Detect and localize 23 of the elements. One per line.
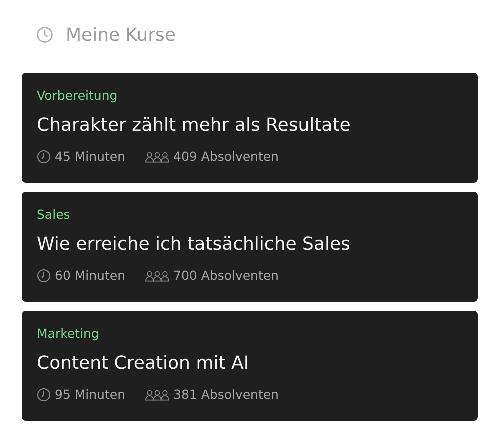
section-title: Meine Kurse: [66, 24, 176, 46]
clock-icon: [36, 26, 54, 44]
course-duration: 60 Minuten: [55, 268, 126, 284]
course-title: Charakter zählt mehr als Resultate: [37, 115, 351, 137]
course-card[interactable]: Sales Wie erreiche ich tatsächliche Sales 60 Minuten 700 Absolventen: [22, 192, 478, 302]
people-icon: [144, 270, 170, 282]
course-title: Wie erreiche ich tatsächliche Sales: [37, 234, 350, 256]
course-title: Content Creation mit AI: [37, 353, 250, 375]
people-icon: [144, 151, 170, 163]
course-duration: 45 Minuten: [55, 149, 126, 165]
course-category: Marketing: [37, 326, 100, 342]
course-duration: 95 Minuten: [55, 387, 126, 403]
course-card[interactable]: Vorbereitung Charakter zählt mehr als Resultate 45 Minuten 409 Absolventen: [22, 73, 478, 183]
course-card[interactable]: Marketing Content Creation mit AI 95 Minuten 381 Absolventen: [22, 311, 478, 421]
people-icon: [144, 389, 170, 401]
clock-icon: [37, 150, 51, 164]
course-category: Sales: [37, 207, 70, 223]
course-graduates: 381 Absolventen: [174, 387, 279, 403]
clock-icon: [37, 269, 51, 283]
course-graduates: 700 Absolventen: [174, 268, 279, 284]
course-graduates: 409 Absolventen: [174, 149, 279, 165]
course-category: Vorbereitung: [37, 88, 118, 104]
clock-icon: [37, 388, 51, 402]
